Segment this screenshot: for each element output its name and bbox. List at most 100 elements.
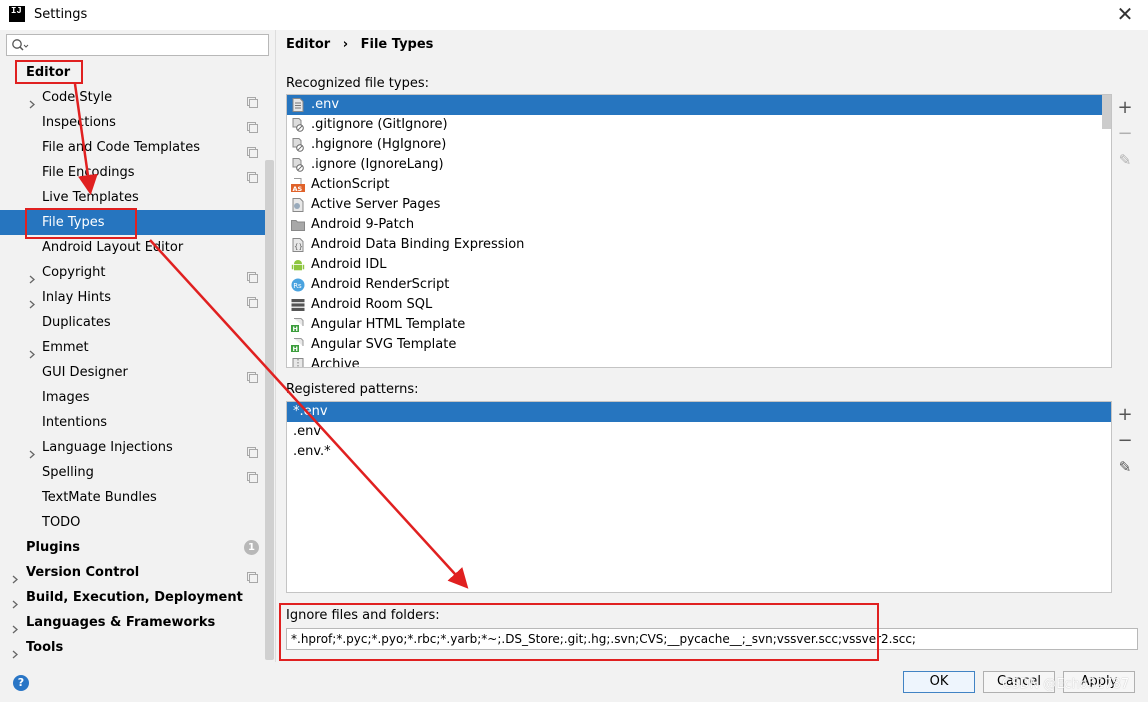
file-type-row[interactable]: Active Server Pages: [287, 195, 1102, 215]
chevron-right-icon[interactable]: [28, 93, 36, 109]
breadcrumb-parent[interactable]: Editor: [286, 37, 330, 52]
archive-icon: [291, 358, 305, 367]
add-pattern-button[interactable]: +: [1115, 405, 1135, 425]
project-scope-icon: [247, 117, 258, 133]
file-type-row[interactable]: Android IDL: [287, 255, 1102, 275]
sidebar-item-duplicates[interactable]: Duplicates: [0, 310, 265, 335]
file-type-row[interactable]: H Angular HTML Template: [287, 315, 1102, 335]
ignore-file-icon: [291, 118, 305, 132]
sidebar-item-label: Emmet: [42, 340, 89, 355]
file-type-row[interactable]: Archive: [287, 355, 1102, 368]
sidebar-item-emmet[interactable]: Emmet: [0, 335, 265, 360]
project-scope-icon: [247, 92, 258, 108]
sidebar-item-android-layout-editor[interactable]: Android Layout Editor: [0, 235, 265, 260]
sidebar-item-inspections[interactable]: Inspections: [0, 110, 265, 135]
chevron-right-icon[interactable]: [11, 593, 19, 609]
ignore-files-label: Ignore files and folders:: [286, 608, 440, 623]
file-type-row[interactable]: Rs Android RenderScript: [287, 275, 1102, 295]
svg-text:H: H: [293, 345, 298, 352]
file-type-name: .env: [311, 97, 340, 112]
sidebar-item-label: Inspections: [42, 115, 116, 130]
sidebar-item-editor[interactable]: Editor: [0, 60, 265, 85]
sidebar-item-spelling[interactable]: Spelling: [0, 460, 265, 485]
sidebar-item-label: Inlay Hints: [42, 290, 111, 305]
folder-icon: [291, 218, 305, 232]
chevron-right-icon[interactable]: [28, 443, 36, 459]
sidebar-item-build-execution-deployment[interactable]: Build, Execution, Deployment: [0, 585, 265, 610]
ok-button[interactable]: OK: [903, 671, 975, 693]
sidebar-item-live-templates[interactable]: Live Templates: [0, 185, 265, 210]
sidebar-item-label: TextMate Bundles: [42, 490, 157, 505]
svg-text:{}: {}: [294, 243, 303, 251]
chevron-right-icon[interactable]: [11, 643, 19, 659]
sidebar-item-textmate-bundles[interactable]: TextMate Bundles: [0, 485, 265, 510]
sidebar-item-images[interactable]: Images: [0, 385, 265, 410]
sidebar-item-todo[interactable]: TODO: [0, 510, 265, 535]
html-template-icon: H: [291, 318, 305, 333]
file-type-row[interactable]: .gitignore (GitIgnore): [287, 115, 1102, 135]
settings-search-box[interactable]: [6, 34, 269, 56]
sidebar-item-label: Spelling: [42, 465, 94, 480]
edit-file-type-button[interactable]: ✎: [1115, 150, 1135, 170]
file-type-name: .gitignore (GitIgnore): [311, 117, 448, 132]
sidebar-item-file-encodings[interactable]: File Encodings: [0, 160, 265, 185]
pattern-row[interactable]: .env: [287, 422, 1111, 442]
pattern-row[interactable]: *.env: [287, 402, 1111, 422]
pattern-row[interactable]: .env.*: [287, 442, 1111, 462]
pattern-text: .env: [293, 424, 322, 439]
sidebar-item-label: Tools: [26, 640, 64, 655]
chevron-right-icon[interactable]: [11, 568, 19, 584]
asp-file-icon: [291, 198, 305, 212]
file-type-row[interactable]: H Angular SVG Template: [287, 335, 1102, 355]
file-type-row[interactable]: .hgignore (HgIgnore): [287, 135, 1102, 155]
chevron-right-icon[interactable]: [28, 268, 36, 284]
file-type-name: Angular SVG Template: [311, 337, 457, 352]
ignore-files-input[interactable]: [286, 628, 1138, 650]
close-icon[interactable]: ✕: [1112, 3, 1138, 25]
file-type-row[interactable]: AS ActionScript: [287, 175, 1102, 195]
project-scope-icon: [247, 267, 258, 283]
sidebar-item-intentions[interactable]: Intentions: [0, 410, 265, 435]
file-type-row[interactable]: .ignore (IgnoreLang): [287, 155, 1102, 175]
sidebar-item-file-and-code-templates[interactable]: File and Code Templates: [0, 135, 265, 160]
sidebar-item-languages-frameworks[interactable]: Languages & Frameworks: [0, 610, 265, 635]
remove-file-type-button[interactable]: −: [1115, 124, 1135, 144]
sidebar-item-label: File Types: [42, 215, 105, 230]
file-type-name: Active Server Pages: [311, 197, 441, 212]
sidebar-item-copyright[interactable]: Copyright: [0, 260, 265, 285]
edit-pattern-button[interactable]: ✎: [1115, 457, 1135, 477]
html-template-icon: H: [291, 338, 305, 353]
sidebar-item-code-style[interactable]: Code Style: [0, 85, 265, 110]
file-type-name: Angular HTML Template: [311, 317, 466, 332]
registered-patterns-list[interactable]: *.env .env .env.*: [286, 401, 1112, 593]
chevron-right-icon[interactable]: [28, 343, 36, 359]
file-type-name: Archive: [311, 357, 360, 368]
chevron-right-icon[interactable]: [11, 618, 19, 634]
file-type-row[interactable]: Android 9-Patch: [287, 215, 1102, 235]
file-type-row[interactable]: Android Room SQL: [287, 295, 1102, 315]
sidebar-item-file-types[interactable]: File Types: [0, 210, 265, 235]
chevron-right-icon[interactable]: [28, 293, 36, 309]
file-type-name: Android Data Binding Expression: [311, 237, 525, 252]
sidebar-item-label: GUI Designer: [42, 365, 128, 380]
project-scope-icon: [247, 142, 258, 158]
file-types-panel: Editor › File Types Recognized file type…: [277, 30, 1148, 662]
sidebar-item-label: Languages & Frameworks: [26, 615, 216, 630]
sidebar-item-plugins[interactable]: Plugins 1: [0, 535, 265, 560]
recognized-file-types-list[interactable]: .env .gitignore (GitIgnore) .hgignore (HgI…: [286, 94, 1112, 368]
file-type-row[interactable]: .env: [287, 95, 1102, 115]
sidebar-item-inlay-hints[interactable]: Inlay Hints: [0, 285, 265, 310]
sidebar-item-version-control[interactable]: Version Control: [0, 560, 265, 585]
project-scope-icon: [247, 292, 258, 308]
sidebar-item-gui-designer[interactable]: GUI Designer: [0, 360, 265, 385]
settings-search-input[interactable]: [33, 36, 263, 54]
remove-pattern-button[interactable]: −: [1115, 431, 1135, 451]
recognized-list-scrollbar[interactable]: [1102, 95, 1111, 129]
help-icon[interactable]: ?: [13, 675, 29, 691]
file-type-row[interactable]: {} Android Data Binding Expression: [287, 235, 1102, 255]
sidebar-item-language-injections[interactable]: Language Injections: [0, 435, 265, 460]
sidebar-item-label: Duplicates: [42, 315, 111, 330]
sidebar-item-tools[interactable]: Tools: [0, 635, 265, 660]
add-file-type-button[interactable]: +: [1115, 98, 1135, 118]
sidebar-scrollbar[interactable]: [265, 160, 274, 660]
